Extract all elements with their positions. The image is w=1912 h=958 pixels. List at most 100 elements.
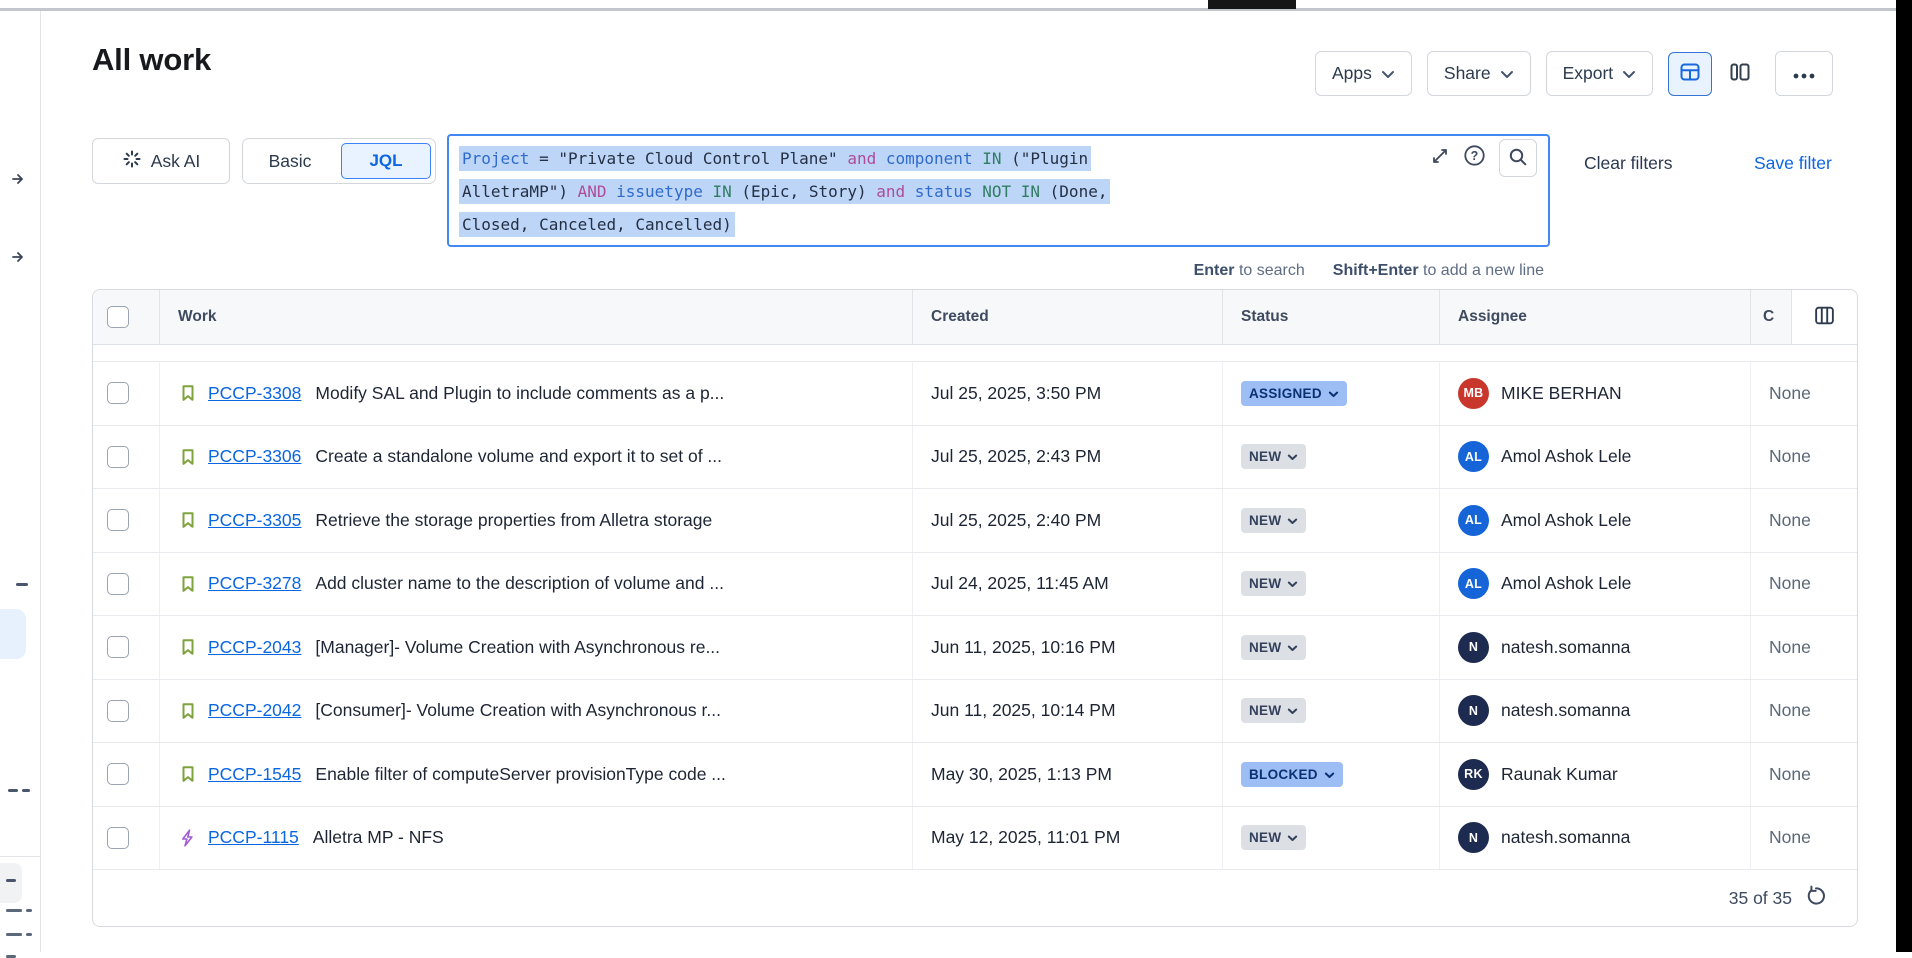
sidebar-item-fragment[interactable] — [16, 583, 28, 586]
status-badge[interactable]: NEW — [1241, 444, 1306, 469]
row-checkbox[interactable] — [107, 827, 129, 849]
issue-key-link[interactable]: PCCP-3305 — [208, 510, 301, 531]
column-header-assignee[interactable]: Assignee — [1440, 290, 1751, 344]
extra-cell: None — [1751, 362, 1857, 425]
jql-mode-button[interactable]: JQL — [341, 143, 431, 179]
chevron-down-icon — [1287, 830, 1298, 845]
jql-query-input[interactable]: Project = "Private Cloud Control Plane" … — [447, 134, 1550, 247]
jql-tools: ? — [1430, 139, 1537, 177]
assignee-name: natesh.somanna — [1501, 700, 1630, 721]
sidebar-item-fragment[interactable] — [8, 789, 18, 792]
refresh-icon[interactable] — [1805, 885, 1827, 912]
row-checkbox[interactable] — [107, 636, 129, 658]
status-badge[interactable]: NEW — [1241, 825, 1306, 850]
status-badge[interactable]: NEW — [1241, 698, 1306, 723]
sidebar-expand-icon[interactable] — [10, 171, 26, 192]
avatar[interactable]: N — [1458, 632, 1489, 663]
sidebar-selected-item[interactable] — [0, 609, 26, 659]
issue-key-link[interactable]: PCCP-2042 — [208, 700, 301, 721]
sidebar-item-fragment[interactable] — [6, 933, 22, 936]
table-row: PCCP-1545 Enable filter of computeServer… — [93, 743, 1857, 807]
row-checkbox[interactable] — [107, 763, 129, 785]
status-cell: ASSIGNED — [1223, 362, 1440, 425]
extra-value: None — [1769, 510, 1811, 531]
detail-view-button[interactable] — [1720, 52, 1760, 96]
issue-summary[interactable]: [Consumer]- Volume Creation with Asynchr… — [315, 700, 721, 721]
sidebar-item-fragment[interactable] — [6, 879, 16, 882]
column-header-status[interactable]: Status — [1223, 290, 1440, 344]
chevron-down-icon — [1287, 640, 1298, 655]
avatar[interactable]: N — [1458, 822, 1489, 853]
sidebar-item-fragment[interactable] — [22, 789, 30, 792]
shift-enter-hint: Shift+Enter to add a new line — [1333, 262, 1544, 280]
row-checkbox[interactable] — [107, 382, 129, 404]
apps-button[interactable]: Apps — [1315, 51, 1412, 96]
status-badge[interactable]: NEW — [1241, 508, 1306, 533]
status-badge[interactable]: BLOCKED — [1241, 762, 1343, 787]
row-checkbox[interactable] — [107, 700, 129, 722]
row-checkbox-cell — [93, 616, 160, 679]
issue-key-link[interactable]: PCCP-1115 — [208, 827, 299, 848]
basic-mode-button[interactable]: Basic — [243, 139, 337, 183]
issue-summary[interactable]: Enable filter of computeServer provision… — [315, 764, 726, 785]
more-actions-button[interactable] — [1775, 51, 1833, 96]
window-right-edge — [1896, 0, 1912, 952]
avatar[interactable]: AL — [1458, 568, 1489, 599]
created-value: Jul 25, 2025, 3:50 PM — [931, 383, 1101, 404]
share-button[interactable]: Share — [1427, 51, 1531, 96]
status-badge[interactable]: NEW — [1241, 571, 1306, 596]
issue-summary[interactable]: Add cluster name to the description of v… — [315, 573, 724, 594]
created-value: Jun 11, 2025, 10:16 PM — [931, 637, 1116, 658]
sidebar-hovered-item[interactable] — [0, 863, 22, 903]
configure-columns-button[interactable] — [1813, 304, 1836, 330]
export-button-label: Export — [1563, 63, 1614, 84]
status-badge[interactable]: NEW — [1241, 635, 1306, 660]
issue-summary[interactable]: Retrieve the storage properties from All… — [315, 510, 712, 531]
issue-key-link[interactable]: PCCP-1545 — [208, 764, 301, 785]
issue-summary[interactable]: Alletra MP - NFS — [313, 827, 444, 848]
issue-summary[interactable]: Modify SAL and Plugin to include comment… — [315, 383, 724, 404]
column-header-created[interactable]: Created — [913, 290, 1223, 344]
row-checkbox[interactable] — [107, 446, 129, 468]
save-filter-link[interactable]: Save filter — [1754, 153, 1832, 174]
sidebar-item-fragment[interactable] — [6, 909, 22, 912]
table-row: PCCP-1115 Alletra MP - NFS May 12, 2025,… — [93, 807, 1857, 871]
assignee-name: Amol Ashok Lele — [1501, 446, 1631, 467]
row-checkbox[interactable] — [107, 573, 129, 595]
avatar[interactable]: RK — [1458, 759, 1489, 790]
avatar[interactable]: AL — [1458, 505, 1489, 536]
status-badge[interactable]: ASSIGNED — [1241, 381, 1347, 406]
extra-cell: None — [1751, 680, 1857, 743]
issue-key-link[interactable]: PCCP-3278 — [208, 573, 301, 594]
row-checkbox[interactable] — [107, 509, 129, 531]
story-icon — [178, 764, 198, 784]
select-all-checkbox[interactable] — [107, 306, 129, 328]
created-cell: May 12, 2025, 11:01 PM — [913, 807, 1223, 870]
work-cell: PCCP-2042 [Consumer]- Volume Creation wi… — [160, 680, 913, 743]
search-button[interactable] — [1499, 139, 1537, 177]
list-view-button[interactable] — [1668, 52, 1712, 96]
issue-summary[interactable]: Create a standalone volume and export it… — [315, 446, 722, 467]
expand-icon[interactable] — [1430, 146, 1450, 171]
avatar[interactable]: AL — [1458, 441, 1489, 472]
sidebar-expand-icon[interactable] — [10, 249, 26, 270]
issue-key-link[interactable]: PCCP-2043 — [208, 637, 301, 658]
help-icon[interactable]: ? — [1463, 144, 1486, 172]
avatar[interactable]: N — [1458, 695, 1489, 726]
sidebar-item-fragment[interactable] — [26, 933, 32, 936]
chevron-down-icon — [1287, 576, 1298, 591]
clear-filters-button[interactable]: Clear filters — [1584, 153, 1673, 174]
issue-key-link[interactable]: PCCP-3308 — [208, 383, 301, 404]
issue-key-link[interactable]: PCCP-3306 — [208, 446, 301, 467]
sidebar-item-fragment[interactable] — [26, 909, 32, 912]
column-header-truncated[interactable]: C — [1751, 290, 1791, 344]
avatar[interactable]: MB — [1458, 378, 1489, 409]
chevron-down-icon — [1622, 63, 1636, 84]
column-header-work[interactable]: Work — [160, 290, 913, 344]
export-button[interactable]: Export — [1546, 51, 1654, 96]
created-value: Jul 25, 2025, 2:43 PM — [931, 446, 1101, 467]
ask-ai-button[interactable]: Ask AI — [92, 138, 230, 184]
issue-summary[interactable]: [Manager]- Volume Creation with Asynchro… — [315, 637, 720, 658]
created-value: Jul 24, 2025, 11:45 AM — [931, 573, 1109, 594]
status-label: NEW — [1249, 513, 1281, 528]
